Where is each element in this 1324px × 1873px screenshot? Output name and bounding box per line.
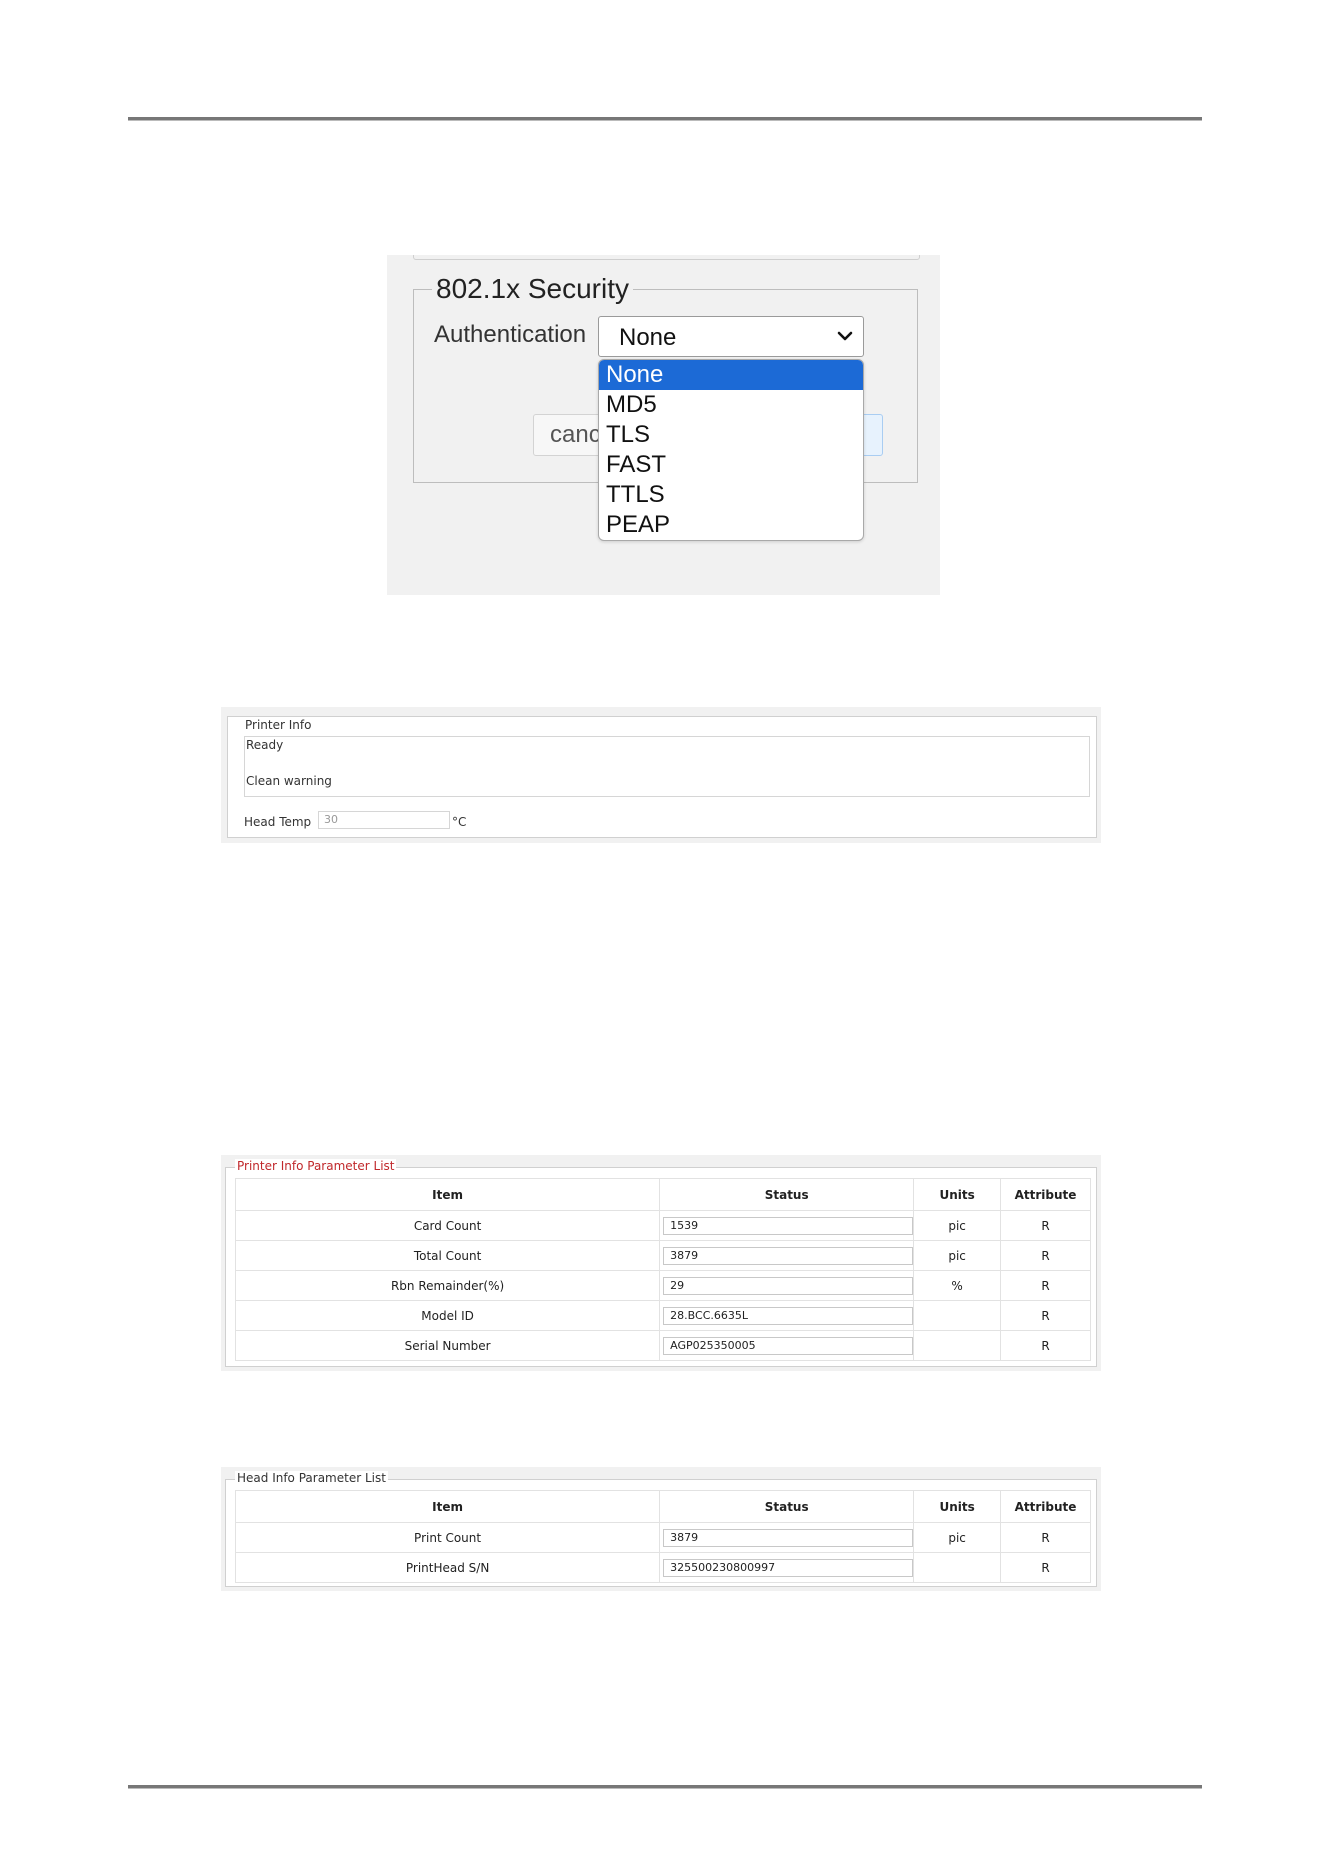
- table-row: Serial Number AGP025350005 R: [234, 1330, 1091, 1361]
- authentication-label: Authentication: [434, 321, 587, 348]
- units-cell: pic: [913, 1210, 1002, 1241]
- table-row: Model ID 28.BCC.6635L R: [234, 1300, 1091, 1331]
- item-cell: Card Count: [234, 1210, 661, 1241]
- units-cell: [913, 1552, 1002, 1583]
- status-field[interactable]: 29: [663, 1276, 914, 1295]
- table-row: Print Count 3879 pic R: [234, 1522, 1091, 1553]
- printer-params-panel: Printer Info Parameter List Item Status …: [225, 1159, 1097, 1367]
- head-params-table: Item Status Units Attribute Print Count …: [234, 1490, 1091, 1583]
- status-line-clean-warning: Clean warning: [246, 774, 332, 788]
- units-cell: pic: [913, 1522, 1002, 1553]
- units-cell: pic: [913, 1240, 1002, 1271]
- option-peap[interactable]: PEAP: [599, 510, 863, 540]
- item-cell: Serial Number: [234, 1330, 661, 1361]
- previous-field-edge: [413, 255, 920, 260]
- authentication-select[interactable]: None: [598, 316, 864, 357]
- column-header-item: Item: [234, 1490, 661, 1523]
- authentication-selected-value: None: [619, 324, 677, 351]
- table-row: PrintHead S/N 325500230800997 R: [234, 1552, 1091, 1583]
- status-field[interactable]: 28.BCC.6635L: [663, 1306, 914, 1325]
- attribute-cell: R: [1000, 1270, 1091, 1301]
- table-header-row: Item Status Units Attribute: [234, 1178, 1091, 1211]
- attribute-cell: R: [1000, 1522, 1091, 1553]
- head-params-panel: Head Info Parameter List Item Status Uni…: [225, 1471, 1097, 1587]
- printer-params-legend: Printer Info Parameter List: [235, 1159, 397, 1173]
- printer-status-box: Ready Clean warning: [244, 736, 1090, 797]
- item-cell: PrintHead S/N: [234, 1552, 661, 1583]
- item-cell: Print Count: [234, 1522, 661, 1553]
- printer-params-screenshot: Printer Info Parameter List Item Status …: [221, 1155, 1101, 1371]
- cancel-button-label: canc: [550, 421, 601, 448]
- option-none[interactable]: None: [599, 360, 863, 390]
- column-header-item: Item: [234, 1178, 661, 1211]
- head-params-legend: Head Info Parameter List: [235, 1471, 388, 1485]
- chevron-down-icon: [837, 331, 853, 341]
- column-header-status: Status: [659, 1490, 915, 1523]
- attribute-cell: R: [1000, 1300, 1091, 1331]
- security-legend: 802.1x Security: [436, 273, 629, 304]
- item-cell: Total Count: [234, 1240, 661, 1271]
- printer-info-panel: Printer Info Ready Clean warning Head Te…: [227, 716, 1097, 838]
- status-field[interactable]: 325500230800997: [663, 1558, 914, 1577]
- footer-rule: [128, 1785, 1202, 1789]
- printer-info-legend: Printer Info: [243, 718, 314, 732]
- attribute-cell: R: [1000, 1240, 1091, 1271]
- option-md5[interactable]: MD5: [599, 390, 863, 420]
- table-row: Total Count 3879 pic R: [234, 1240, 1091, 1271]
- table-header-row: Item Status Units Attribute: [234, 1490, 1091, 1523]
- status-field[interactable]: 1539: [663, 1216, 914, 1235]
- header-rule: [128, 117, 1202, 121]
- status-line-ready: Ready: [246, 738, 284, 752]
- head-temp-unit: °C: [452, 815, 467, 829]
- units-cell: [913, 1300, 1002, 1331]
- security-settings-screenshot: 802.1x Security Authentication canc k No…: [387, 255, 940, 595]
- head-temp-field[interactable]: 30: [318, 811, 450, 829]
- attribute-cell: R: [1000, 1552, 1091, 1583]
- table-row: Card Count 1539 pic R: [234, 1210, 1091, 1241]
- option-fast[interactable]: FAST: [599, 450, 863, 480]
- option-ttls[interactable]: TTLS: [599, 480, 863, 510]
- head-temp-label: Head Temp: [244, 815, 312, 829]
- item-cell: Rbn Remainder(%): [234, 1270, 661, 1301]
- option-tls[interactable]: TLS: [599, 420, 863, 450]
- units-cell: %: [913, 1270, 1002, 1301]
- printer-info-screenshot: Printer Info Ready Clean warning Head Te…: [221, 707, 1101, 843]
- printer-params-table: Item Status Units Attribute Card Count 1…: [234, 1178, 1091, 1361]
- status-field[interactable]: 3879: [663, 1528, 914, 1547]
- column-header-attribute: Attribute: [1000, 1490, 1091, 1523]
- column-header-attribute: Attribute: [1000, 1178, 1091, 1211]
- status-field[interactable]: AGP025350005: [663, 1336, 914, 1355]
- authentication-dropdown: None MD5 TLS FAST TTLS PEAP: [598, 359, 864, 541]
- table-row: Rbn Remainder(%) 29 % R: [234, 1270, 1091, 1301]
- column-header-units: Units: [913, 1490, 1002, 1523]
- attribute-cell: R: [1000, 1330, 1091, 1361]
- column-header-units: Units: [913, 1178, 1002, 1211]
- status-field[interactable]: 3879: [663, 1246, 914, 1265]
- units-cell: [913, 1330, 1002, 1361]
- item-cell: Model ID: [234, 1300, 661, 1331]
- column-header-status: Status: [659, 1178, 915, 1211]
- head-params-screenshot: Head Info Parameter List Item Status Uni…: [221, 1467, 1101, 1591]
- attribute-cell: R: [1000, 1210, 1091, 1241]
